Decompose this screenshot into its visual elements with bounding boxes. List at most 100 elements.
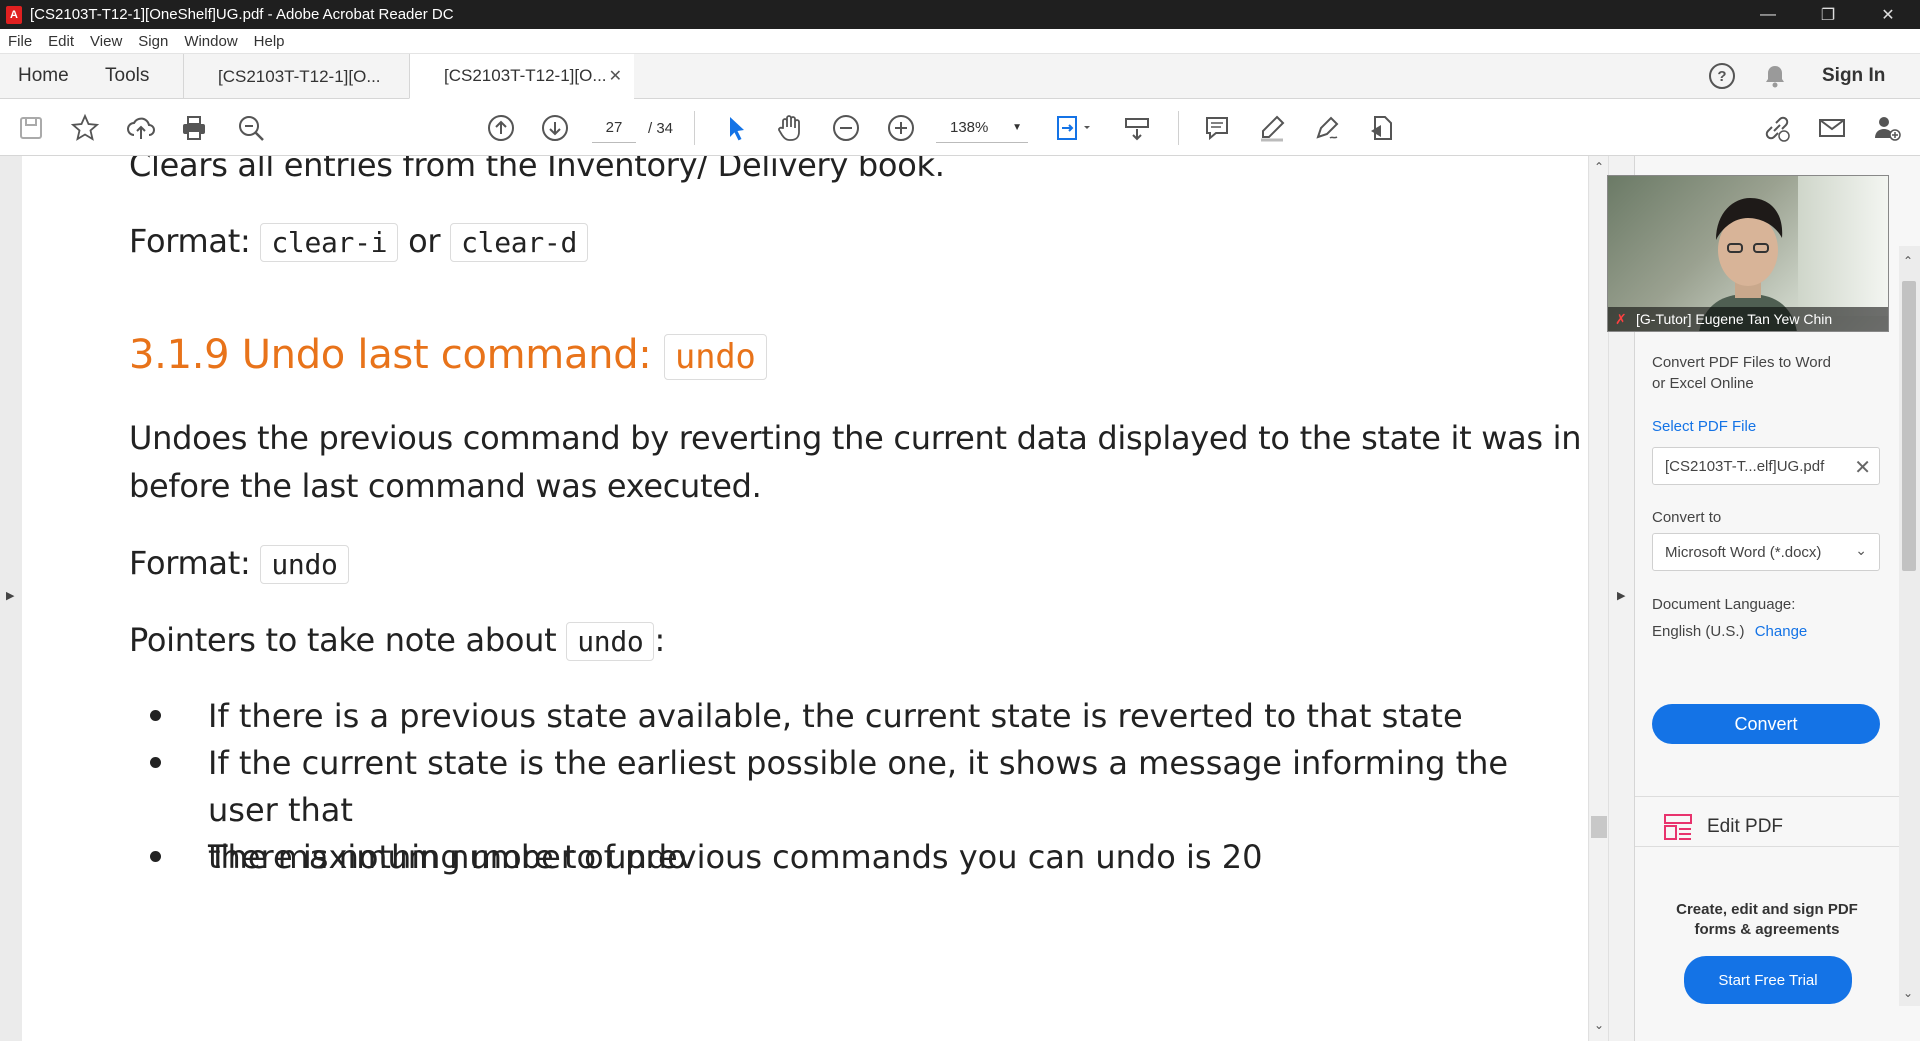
hand-tool-icon[interactable]	[773, 111, 807, 145]
email-icon[interactable]	[1815, 111, 1849, 145]
window-background	[1798, 176, 1888, 316]
page-fit-icon[interactable]	[1052, 111, 1096, 145]
document-scrollbar[interactable]: ⌃ ⌄	[1590, 156, 1608, 1041]
convert-button[interactable]: Convert	[1652, 704, 1880, 744]
tab-tools[interactable]: Tools	[105, 54, 149, 98]
scroll-up-icon[interactable]: ⌃	[1590, 160, 1608, 174]
sign-pen-icon[interactable]	[1310, 111, 1344, 145]
zoom-in-icon[interactable]	[884, 111, 918, 145]
pdf-page[interactable]: Clears all entries from the Inventory/ D…	[22, 156, 1589, 1041]
page-total: / 34	[648, 119, 674, 137]
menu-help[interactable]: Help	[246, 33, 293, 50]
zoom-level-dropdown[interactable]: 138% ▼	[936, 113, 1028, 143]
pointers-colon: :	[654, 621, 665, 659]
scroll-mode-icon[interactable]	[1120, 111, 1154, 145]
promo-line-1: Create, edit and sign PDF	[1676, 901, 1858, 918]
zoom-out-icon[interactable]	[829, 111, 863, 145]
convert-format-value: Microsoft Word (*.docx)	[1665, 543, 1822, 561]
bullet-2-line-1: If the current state is the earliest pos…	[208, 744, 1509, 829]
format-line-clear: Format: clear-i or clear-d	[129, 222, 589, 262]
highlight-pen-icon[interactable]	[1255, 111, 1289, 145]
bullet-item-3: The maximum number of previous commands …	[149, 834, 1263, 881]
chevron-down-icon: ▼	[1012, 122, 1022, 133]
convert-title-line-2: or Excel Online	[1652, 375, 1754, 392]
close-tab-icon[interactable]: ✕	[609, 66, 622, 86]
heading-code-undo: undo	[663, 334, 767, 380]
collapse-right-icon: ▶	[1617, 590, 1626, 602]
select-pdf-link[interactable]: Select PDF File	[1652, 418, 1756, 435]
tab-row: Home Tools [CS2103T-T12-1][O... [CS2103T…	[0, 54, 1920, 99]
scrollbar-thumb[interactable]	[1902, 281, 1916, 571]
menu-sign[interactable]: Sign	[130, 33, 176, 50]
format-label: Format:	[129, 544, 251, 582]
promo-line-2: forms & agreements	[1694, 921, 1840, 938]
selected-file-name: [CS2103T-T...elf]UG.pdf	[1665, 457, 1825, 475]
scrollbar-thumb[interactable]	[1591, 816, 1607, 838]
chevron-down-icon: ⌄	[1855, 542, 1867, 558]
tab-document-2[interactable]: [CS2103T-T12-1][O... ✕	[409, 54, 634, 99]
menu-bar: File Edit View Sign Window Help	[0, 29, 1920, 54]
menu-view[interactable]: View	[82, 33, 130, 50]
share-link-icon[interactable]	[1760, 111, 1794, 145]
zoom-level-value: 138%	[950, 119, 989, 136]
help-icon[interactable]: ?	[1708, 62, 1736, 90]
pointers-text: Pointers to take note about	[129, 621, 557, 659]
toolbar-divider	[1178, 111, 1179, 145]
convert-title-line-1: Convert PDF Files to Word	[1652, 354, 1831, 371]
selected-file-field[interactable]: [CS2103T-T...elf]UG.pdf ✕	[1652, 447, 1880, 485]
print-icon[interactable]	[177, 111, 211, 145]
clears-text: Clears all entries from the Inventory/ D…	[129, 156, 945, 184]
heading-text: 3.1.9 Undo last command:	[129, 332, 652, 378]
start-free-trial-button[interactable]: Start Free Trial	[1684, 956, 1852, 1004]
tools-pane-scrollbar[interactable]: ⌃ ⌄	[1899, 246, 1920, 1006]
expand-left-icon: ▶	[6, 590, 15, 602]
comment-icon[interactable]	[1200, 111, 1234, 145]
zoom-search-icon[interactable]	[234, 111, 268, 145]
sign-in-button[interactable]: Sign In	[1822, 54, 1885, 98]
bookmark-star-icon[interactable]	[68, 111, 102, 145]
menu-edit[interactable]: Edit	[40, 33, 82, 50]
close-window-button[interactable]: ✕	[1860, 0, 1916, 29]
add-user-icon[interactable]	[1870, 111, 1904, 145]
toolbar-divider	[694, 111, 695, 145]
save-icon[interactable]	[14, 111, 48, 145]
acrobat-icon: A	[6, 5, 22, 24]
convert-format-select[interactable]: Microsoft Word (*.docx) ⌄	[1652, 533, 1880, 571]
scroll-down-icon[interactable]: ⌄	[1590, 1018, 1608, 1032]
pane-divider	[1635, 796, 1899, 797]
minimize-button[interactable]: —	[1740, 0, 1796, 29]
fill-sign-icon[interactable]	[1365, 111, 1399, 145]
section-heading-undo: 3.1.9 Undo last command: undo	[129, 332, 767, 380]
page-number-input[interactable]: 27	[592, 113, 636, 143]
edit-pdf-tool[interactable]: Edit PDF	[1707, 816, 1783, 838]
menu-file[interactable]: File	[0, 33, 40, 50]
code-undo: undo	[260, 545, 349, 584]
bell-icon[interactable]	[1762, 63, 1788, 89]
upload-cloud-icon[interactable]	[124, 111, 158, 145]
video-call-overlay[interactable]: [G-Tutor] Eugene Tan Yew Chin ✗	[1607, 175, 1889, 332]
tab-document-2-label: [CS2103T-T12-1][O...	[444, 66, 607, 85]
page-navigator: 27 / 34	[592, 113, 673, 143]
pointers-line: Pointers to take note about undo:	[129, 621, 665, 661]
tab-document-1-label: [CS2103T-T12-1][O...	[218, 66, 381, 86]
toolbar: 27 / 34 138% ▼	[0, 99, 1920, 156]
left-pane-toggle[interactable]: ▶	[0, 156, 22, 1041]
bullet-1-line-1: If there is a previous state available, …	[208, 697, 1463, 735]
tab-home[interactable]: Home	[18, 54, 69, 98]
tab-document-1[interactable]: [CS2103T-T12-1][O...	[183, 54, 409, 99]
undo-description: Undoes the previous command by reverting…	[129, 414, 1582, 510]
window-title: [CS2103T-T12-1][OneShelf]UG.pdf - Adobe …	[30, 6, 454, 23]
scroll-up-icon[interactable]: ⌃	[1903, 254, 1913, 268]
change-language-link[interactable]: Change	[1755, 623, 1808, 640]
bullet-3-line-1: The maximum number of previous commands …	[208, 838, 1263, 876]
next-page-icon[interactable]	[538, 111, 572, 145]
scroll-down-icon[interactable]: ⌄	[1903, 986, 1913, 1000]
clear-file-icon[interactable]: ✕	[1854, 455, 1871, 480]
edit-pdf-icon	[1663, 812, 1693, 842]
previous-page-icon[interactable]	[484, 111, 518, 145]
restore-button[interactable]: ❐	[1800, 0, 1856, 29]
menu-window[interactable]: Window	[176, 33, 245, 50]
title-bar: A [CS2103T-T12-1][OneShelf]UG.pdf - Adob…	[0, 0, 1920, 29]
code-clear-i: clear-i	[260, 223, 399, 262]
select-cursor-icon[interactable]	[719, 111, 753, 145]
